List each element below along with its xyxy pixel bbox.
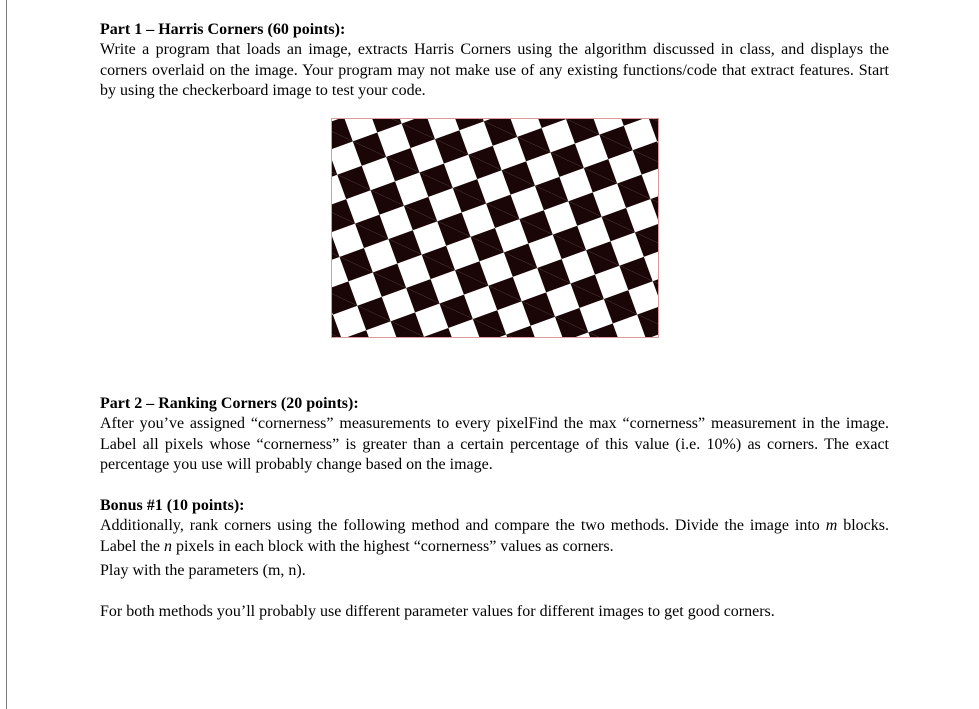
part1-body: Write a program that loads an image, ext… bbox=[100, 40, 889, 101]
bonus1-line1-pre: Additionally, rank corners using the fol… bbox=[100, 517, 826, 534]
bonus1-line1-post: pixels in each block with the highest “c… bbox=[172, 538, 614, 555]
part1-heading-line: Part 1 – Harris Corners (60 points): bbox=[100, 20, 889, 40]
part2-heading: Part 2 – Ranking Corners (20 points): bbox=[100, 395, 359, 412]
spacer bbox=[100, 364, 889, 394]
assignment-page: Part 1 – Harris Corners (60 points): Wri… bbox=[0, 0, 979, 709]
checkerboard-pattern bbox=[331, 118, 659, 338]
part2-body: After you’ve assigned “cornerness” measu… bbox=[100, 414, 889, 475]
bonus1-line3: For both methods you’ll probably use dif… bbox=[100, 602, 889, 622]
bonus1-heading-line: Bonus #1 (10 points): bbox=[100, 496, 889, 516]
checkerboard-figure bbox=[100, 118, 889, 338]
bonus1-line1: Additionally, rank corners using the fol… bbox=[100, 516, 889, 557]
var-n: n bbox=[164, 538, 172, 555]
bonus1-line2: Play with the parameters (m, n). bbox=[100, 561, 889, 581]
spacer bbox=[100, 480, 889, 496]
left-margin-rule bbox=[6, 0, 7, 709]
part2-heading-line: Part 2 – Ranking Corners (20 points): bbox=[100, 394, 889, 414]
bonus1-heading: Bonus #1 (10 points): bbox=[100, 497, 244, 514]
part1-heading: Part 1 – Harris Corners (60 points): bbox=[100, 21, 345, 38]
checkerboard-image bbox=[331, 118, 659, 338]
spacer bbox=[100, 586, 889, 602]
var-m: m bbox=[826, 517, 838, 534]
